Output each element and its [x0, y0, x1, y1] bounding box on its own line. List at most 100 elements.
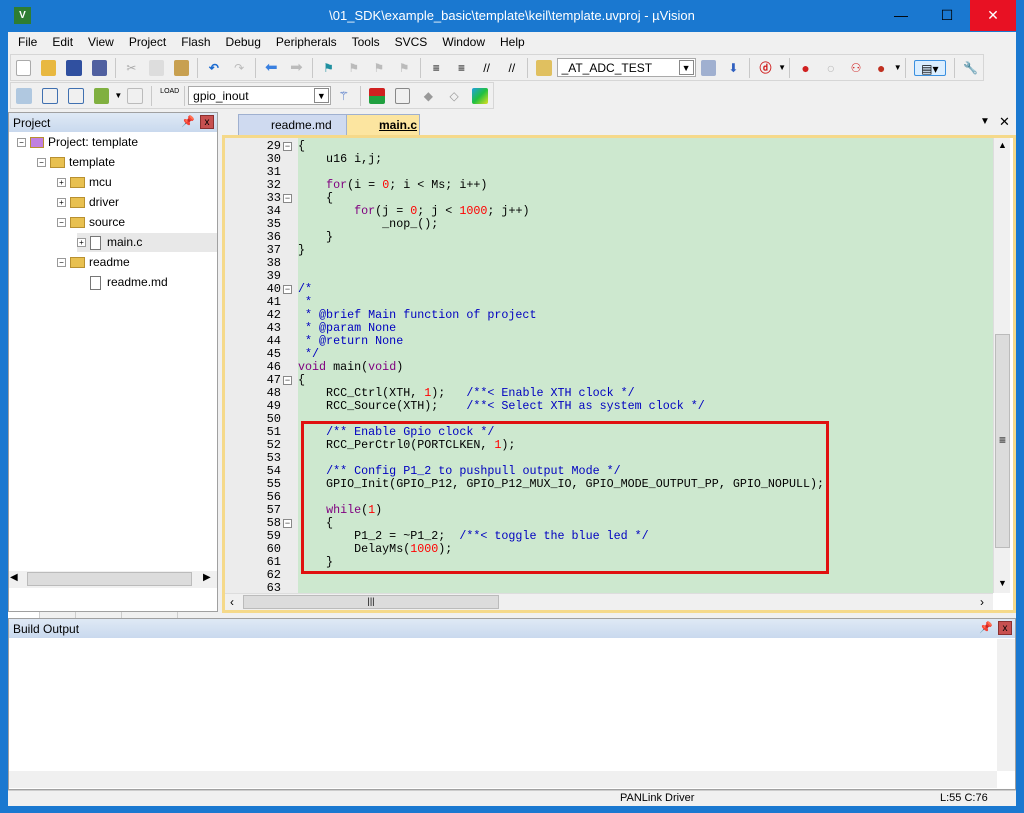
- tree-item[interactable]: readme.md: [77, 273, 168, 292]
- menu-view[interactable]: View: [80, 32, 121, 52]
- forward-icon[interactable]: ➡: [289, 59, 304, 76]
- new-file-icon[interactable]: [16, 59, 32, 76]
- expand-icon[interactable]: +: [57, 198, 66, 208]
- tree-item[interactable]: − readme: [57, 253, 130, 272]
- select-packs-icon[interactable]: ◆: [420, 88, 436, 104]
- pin-icon[interactable]: 📌: [979, 621, 993, 634]
- back-icon[interactable]: ⬅: [264, 59, 279, 76]
- menu-window[interactable]: Window: [434, 32, 492, 52]
- menu-help[interactable]: Help: [492, 32, 532, 52]
- scroll-left-icon[interactable]: ◀: [10, 572, 18, 583]
- fold-toggle-icon[interactable]: −: [283, 285, 292, 294]
- scroll-right-icon[interactable]: ›: [980, 595, 984, 609]
- minimize-button[interactable]: —: [878, 0, 924, 31]
- tree-item[interactable]: − template: [37, 153, 115, 172]
- clear-bookmarks-icon[interactable]: ⚑: [397, 60, 412, 76]
- expand-icon[interactable]: +: [77, 238, 86, 248]
- save-icon[interactable]: [66, 59, 82, 76]
- paste-icon[interactable]: [174, 59, 190, 76]
- uncomment-icon[interactable]: //: [504, 60, 519, 76]
- prev-bookmark-icon[interactable]: ⚑: [346, 60, 361, 76]
- scroll-down-icon[interactable]: ▼: [998, 578, 1007, 588]
- build-output-text[interactable]: [9, 639, 997, 771]
- scroll-right-icon[interactable]: ▶: [203, 572, 211, 583]
- rebuild-icon[interactable]: [67, 87, 84, 104]
- menu-svcs[interactable]: SVCS: [387, 32, 435, 52]
- scroll-up-icon[interactable]: ▲: [998, 140, 1007, 150]
- redo-icon[interactable]: ↷: [232, 60, 247, 76]
- tab-main-c[interactable]: main.c: [346, 114, 420, 135]
- close-button[interactable]: ✕: [970, 0, 1016, 31]
- next-bookmark-icon[interactable]: ⚑: [371, 60, 386, 76]
- undo-icon[interactable]: ↶: [206, 60, 221, 76]
- expand-icon[interactable]: +: [57, 178, 66, 188]
- batch-build-icon[interactable]: [93, 87, 110, 104]
- collapse-icon[interactable]: −: [57, 218, 66, 228]
- scroll-thumb[interactable]: [27, 572, 192, 586]
- stop-build-icon[interactable]: [127, 87, 144, 104]
- menu-debug[interactable]: Debug: [218, 32, 268, 52]
- menu-peripherals[interactable]: Peripherals: [268, 32, 344, 52]
- fold-toggle-icon[interactable]: −: [283, 519, 292, 528]
- compile-icon[interactable]: [16, 87, 32, 104]
- fold-toggle-icon[interactable]: −: [283, 376, 292, 385]
- configure-icon[interactable]: 🔧: [963, 60, 978, 76]
- chevron-down-icon[interactable]: ▼: [678, 60, 694, 75]
- tree-item[interactable]: − source: [57, 213, 125, 232]
- download-icon[interactable]: LOAD: [160, 88, 179, 104]
- window-layout-icon[interactable]: ▤▾: [913, 59, 946, 76]
- close-panel-button[interactable]: x: [200, 115, 214, 129]
- scroll-thumb[interactable]: |||: [243, 595, 499, 609]
- breakpoint-icon[interactable]: ●: [798, 60, 813, 76]
- menu-edit[interactable]: Edit: [44, 32, 80, 52]
- tab-readme-md[interactable]: readme.md: [238, 114, 348, 135]
- maximize-button[interactable]: ☐: [924, 0, 970, 31]
- tree-item[interactable]: − Project: template: [17, 133, 138, 152]
- unindent-icon[interactable]: ≡: [454, 60, 469, 76]
- disable-breakpoint-icon[interactable]: ○: [823, 60, 838, 76]
- close-panel-button[interactable]: x: [998, 621, 1012, 635]
- menu-project[interactable]: Project: [121, 32, 173, 52]
- manage-project-items-icon[interactable]: [394, 87, 411, 104]
- indent-icon[interactable]: ≡: [429, 60, 444, 76]
- vertical-scrollbar[interactable]: ▲ ≡ ▼: [993, 138, 1010, 593]
- comment-icon[interactable]: //: [479, 60, 494, 76]
- scroll-left-icon[interactable]: ‹: [230, 595, 234, 609]
- collapse-icon[interactable]: −: [57, 258, 66, 268]
- menu-tools[interactable]: Tools: [344, 32, 387, 52]
- menu-file[interactable]: File: [10, 32, 44, 52]
- incremental-find-icon[interactable]: ⬇: [726, 60, 741, 76]
- options-for-target-icon[interactable]: ⚚: [336, 88, 352, 104]
- fold-toggle-icon[interactable]: −: [283, 142, 292, 151]
- fold-toggle-icon[interactable]: −: [283, 194, 292, 203]
- run-time-environment-icon[interactable]: [472, 87, 488, 104]
- open-file-icon[interactable]: [41, 59, 57, 76]
- scroll-thumb[interactable]: ≡: [995, 334, 1010, 548]
- find-icon[interactable]: [700, 59, 716, 76]
- horizontal-scrollbar[interactable]: [9, 771, 997, 788]
- close-tab-icon[interactable]: ✕: [999, 114, 1010, 130]
- find-combo[interactable]: _AT_ADC_TEST ▼: [556, 58, 696, 77]
- tree-item[interactable]: + mcu: [57, 173, 112, 192]
- cut-icon[interactable]: ✂: [124, 60, 139, 76]
- copy-icon[interactable]: [148, 59, 165, 76]
- chevron-down-icon[interactable]: ▼: [313, 88, 329, 103]
- target-combo[interactable]: gpio_inout ▼: [188, 86, 331, 105]
- pin-icon[interactable]: 📌: [181, 115, 195, 128]
- manage-components-icon[interactable]: [368, 87, 385, 104]
- disable-all-breakpoints-icon[interactable]: ⚇: [848, 60, 863, 76]
- horizontal-scrollbar[interactable]: ‹ ||| ›: [225, 593, 993, 610]
- collapse-icon[interactable]: −: [37, 158, 46, 168]
- build-icon[interactable]: [41, 87, 58, 104]
- tree-horizontal-scrollbar[interactable]: ◀ ▶: [9, 571, 217, 588]
- code-editor[interactable]: 29−30 31 32 33−34 35 36 37 38 39 40−41 42 43 44 45 46 4…: [222, 135, 1016, 613]
- bookmark-icon[interactable]: ⚑: [321, 60, 336, 76]
- tree-item[interactable]: + driver: [57, 193, 119, 212]
- menu-flash[interactable]: Flash: [173, 32, 217, 52]
- save-all-icon[interactable]: [91, 59, 107, 76]
- kill-breakpoints-icon[interactable]: ●: [874, 60, 889, 76]
- vertical-scrollbar[interactable]: [997, 639, 1015, 771]
- tree-item[interactable]: + main.c: [77, 233, 217, 252]
- collapse-icon[interactable]: −: [17, 138, 26, 148]
- find-in-files-icon[interactable]: [536, 59, 552, 76]
